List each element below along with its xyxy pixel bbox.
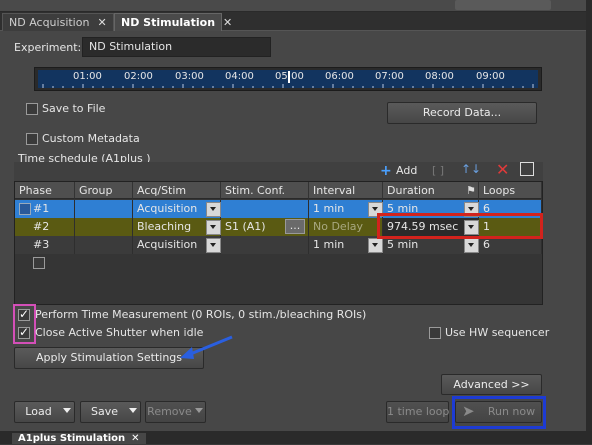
column-header[interactable]: Interval (309, 182, 383, 199)
stim-conf-value: S1 (A1) (225, 220, 266, 233)
tab-nd-acquisition[interactable]: ND Acquisition ✕ (2, 13, 114, 31)
column-header[interactable]: Phase (15, 182, 75, 199)
stim-conf-cell[interactable] (221, 236, 309, 254)
save-to-file-label: Save to File (42, 102, 106, 115)
timeline[interactable]: 01:00 02:00 03:00 04:00 05:00 06:00 07:0… (34, 67, 542, 91)
acq-stim-value: Acquisition (137, 238, 198, 251)
close-icon[interactable]: ✕ (223, 16, 232, 29)
dropdown-arrow-icon[interactable] (206, 202, 221, 217)
close-shutter-checkbox[interactable] (18, 325, 30, 339)
group-cell[interactable] (75, 200, 133, 218)
timeline-tick-label: 04:00 (225, 71, 254, 82)
group-bracket-icon[interactable]: [ ] (432, 164, 444, 177)
timeline-tick-label: 02:00 (124, 71, 153, 82)
custom-metadata-checkbox[interactable] (26, 133, 38, 145)
tab-label: ND Stimulation (121, 16, 216, 29)
group-cell[interactable] (75, 236, 133, 254)
add-button[interactable]: Add (396, 164, 417, 177)
flag-icon: ⚑ (466, 184, 476, 197)
timeline-tick-label: 03:00 (175, 71, 204, 82)
timeline-tick-label: 09:00 (476, 71, 505, 82)
scrollbar[interactable] (586, 0, 592, 444)
column-header[interactable]: Acq/Stim (133, 182, 221, 199)
tab-label: A1plus Stimulation (18, 433, 126, 444)
acq-stim-cell[interactable]: Acquisition (133, 236, 221, 254)
load-label: Load (25, 405, 52, 418)
delete-icon[interactable]: ✕ (496, 160, 509, 179)
duration-highlight (377, 213, 543, 239)
run-now-highlight (452, 396, 546, 429)
phase-cell: #1 (29, 200, 75, 218)
table-row-empty[interactable] (15, 254, 542, 272)
plus-icon: + (380, 163, 392, 179)
perform-time-measurement-label: Perform Time Measurement (0 ROIs, 0 stim… (35, 308, 367, 321)
experiment-label: Experiment: (14, 41, 82, 54)
tab-a1plus-stimulation[interactable]: A1plus Stimulation ✕ (12, 433, 146, 444)
one-time-loop-button[interactable]: 1 time loop (386, 401, 449, 423)
expand-icon[interactable] (520, 162, 534, 176)
save-to-file-checkbox[interactable] (26, 103, 38, 115)
acq-stim-value: Acquisition (137, 202, 198, 215)
phase-cell: #3 (29, 236, 75, 254)
stim-conf-cell[interactable]: S1 (A1)... (221, 218, 309, 236)
dropdown-arrow-icon[interactable] (368, 238, 383, 253)
dropdown-arrow-icon[interactable] (206, 238, 221, 253)
interval-cell[interactable]: 1 min (309, 236, 383, 254)
phase-cell: #2 (29, 218, 75, 236)
column-header[interactable]: Group (75, 182, 133, 199)
stim-conf-cell[interactable] (221, 200, 309, 218)
dropdown-arrow-icon[interactable] (195, 408, 203, 413)
schedule-table: Phase Group Acq/Stim Stim. Conf. Interva… (14, 181, 543, 305)
dropdown-arrow-icon[interactable] (129, 408, 137, 413)
timeline-tick-label: 01:00 (73, 71, 102, 82)
record-data-button[interactable]: Record Data... (387, 102, 537, 124)
save-label: Save (90, 405, 118, 418)
dropdown-arrow-icon[interactable] (464, 238, 479, 253)
use-hw-sequencer-checkbox[interactable] (429, 327, 441, 339)
acq-stim-value: Bleaching (137, 220, 192, 233)
close-icon[interactable]: ✕ (131, 433, 139, 444)
move-up-down-icon[interactable]: ↑↓ (461, 162, 481, 176)
dropdown-arrow-icon[interactable] (63, 408, 71, 413)
group-cell[interactable] (75, 218, 133, 236)
use-hw-sequencer-label: Use HW sequencer (445, 326, 550, 339)
acq-stim-cell[interactable]: Bleaching (133, 218, 221, 236)
custom-metadata-label: Custom Metadata (42, 132, 140, 145)
perform-time-measurement-checkbox[interactable] (18, 307, 30, 321)
timeline-tick-label: 06:00 (325, 71, 354, 82)
tab-label: ND Acquisition (9, 16, 90, 29)
dropdown-arrow-icon[interactable] (206, 220, 221, 235)
timeline-tick-label: 08:00 (425, 71, 454, 82)
row-checkbox[interactable] (33, 257, 45, 269)
interval-value: 1 min (313, 238, 345, 251)
column-header[interactable]: Stim. Conf. (221, 182, 309, 199)
interval-cell[interactable]: No Delay (309, 218, 383, 236)
close-icon[interactable]: ✕ (97, 16, 106, 29)
acq-stim-cell[interactable]: Acquisition (133, 200, 221, 218)
timeline-tick-label: 07:00 (375, 71, 404, 82)
advanced-button[interactable]: Advanced >> (441, 374, 542, 395)
timeline-cursor[interactable] (288, 71, 290, 83)
toolbar-icons (455, 0, 551, 10)
stim-conf-browse-button[interactable]: ... (285, 219, 305, 234)
experiment-name-field[interactable]: ND Stimulation (82, 37, 271, 57)
duration-value: 5 min (387, 238, 419, 251)
interval-cell[interactable]: 1 min (309, 200, 383, 218)
interval-value: 1 min (313, 202, 345, 215)
arrow-annotation-icon (180, 335, 233, 359)
column-header[interactable]: Duration (383, 182, 479, 199)
column-header[interactable]: Loops (479, 182, 542, 199)
tab-nd-stimulation[interactable]: ND Stimulation ✕ (114, 13, 232, 31)
remove-label: Remove (147, 405, 192, 418)
